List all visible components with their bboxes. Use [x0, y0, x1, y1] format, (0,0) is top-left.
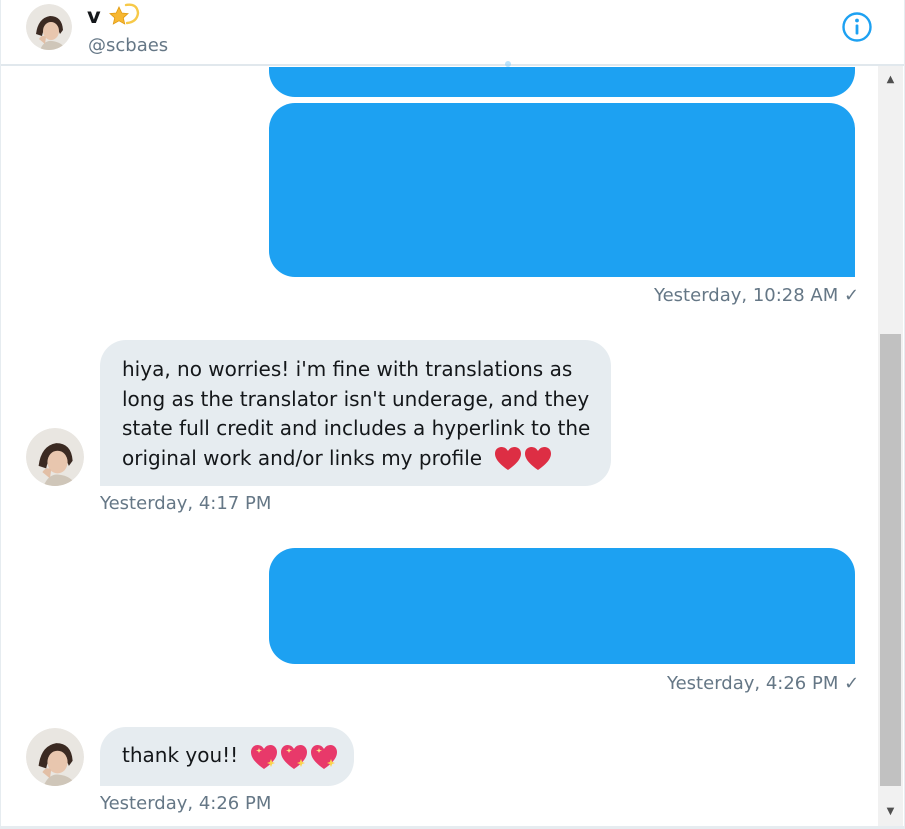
conversation-name-text: v: [87, 4, 101, 28]
message-text-line: state full credit and includes a hyperli…: [122, 416, 591, 440]
conversation-header: v @scbaes: [1, 0, 904, 66]
sparkling-heart-icon: [250, 744, 277, 769]
sparkling-heart-icon: [280, 744, 307, 769]
sparkling-heart-icon: [310, 744, 337, 769]
message-timestamp: Yesterday, 4:26 PM ✓: [667, 673, 860, 694]
outgoing-message-bubble[interactable]: [269, 548, 855, 664]
scrollbar-thumb[interactable]: [880, 334, 901, 786]
outgoing-message-bubble[interactable]: [269, 103, 855, 277]
avatar[interactable]: [26, 728, 84, 786]
message-timestamp: Yesterday, 4:26 PM: [100, 793, 272, 814]
message-text: thank you!!: [122, 743, 239, 767]
bubble-text-fragment: [505, 61, 511, 67]
dm-window: v @scbaes Yesterday, 10:28 AM ✓ hiya, no…: [0, 0, 905, 829]
message-text-line: long as the translator isn't underage, a…: [122, 386, 590, 411]
message-text-line: original work and/or links my profile: [122, 444, 601, 474]
outgoing-message-bubble[interactable]: [269, 61, 855, 97]
message-timestamp: Yesterday, 10:28 AM ✓: [654, 285, 860, 306]
red-heart-icon: [525, 447, 552, 470]
avatar[interactable]: [26, 4, 72, 50]
scrollbar[interactable]: ▲ ▼: [878, 66, 903, 826]
conversation-handle: @scbaes: [88, 35, 169, 56]
incoming-message-bubble[interactable]: hiya, no worries! i'm fine with translat…: [100, 340, 611, 486]
message-text-line-3: original work and/or links my profile: [122, 445, 483, 470]
info-icon[interactable]: [841, 11, 873, 43]
incoming-message-bubble[interactable]: thank you!!: [100, 727, 354, 786]
avatar[interactable]: [26, 428, 84, 486]
red-heart-icon: [495, 447, 522, 470]
conversation-name: v: [87, 3, 141, 29]
message-text-line: hiya, no worries! i'm fine with translat…: [122, 357, 573, 381]
scroll-down-arrow-icon[interactable]: ▼: [878, 800, 903, 822]
message-timestamp: Yesterday, 4:17 PM: [100, 493, 272, 514]
scroll-up-arrow-icon[interactable]: ▲: [878, 68, 903, 90]
dizzy-star-icon: [108, 3, 139, 25]
